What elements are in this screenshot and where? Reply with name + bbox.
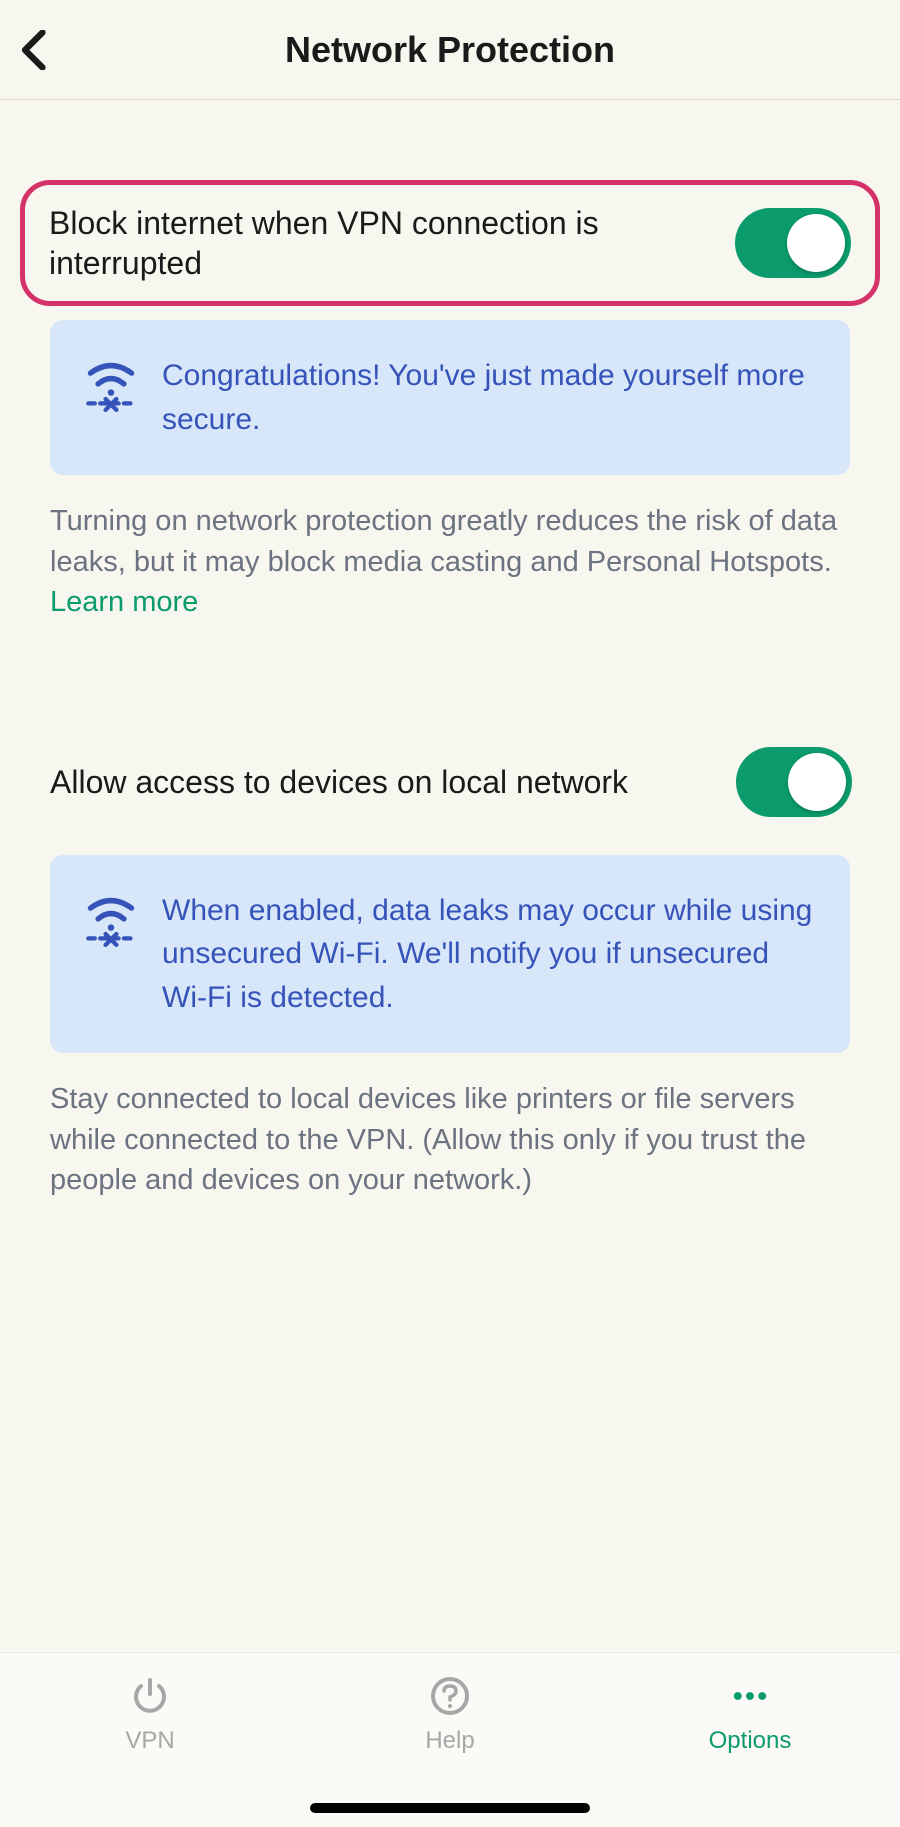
help-icon: [429, 1675, 471, 1717]
setting-block-internet: Block internet when VPN connection is in…: [20, 180, 880, 306]
tab-vpn[interactable]: VPN: [75, 1675, 225, 1755]
wifi-shield-icon: [84, 893, 134, 943]
info-text-local-access: When enabled, data leaks may occur while…: [162, 889, 816, 1020]
home-indicator[interactable]: [310, 1803, 590, 1813]
description-block-internet: Turning on network protection greatly re…: [20, 501, 880, 623]
chevron-left-icon: [20, 30, 50, 70]
setting-local-access: Allow access to devices on local network: [20, 723, 880, 841]
setting-label-block-internet: Block internet when VPN connection is in…: [49, 203, 715, 283]
power-icon: [129, 1675, 171, 1717]
header: Network Protection: [0, 0, 900, 100]
learn-more-link[interactable]: Learn more: [50, 586, 198, 618]
toggle-knob: [788, 753, 846, 811]
info-text-block-internet: Congratulations! You've just made yourse…: [162, 354, 816, 441]
tab-label-options: Options: [709, 1727, 792, 1755]
toggle-local-access[interactable]: [736, 747, 852, 817]
toggle-block-internet[interactable]: [735, 208, 851, 278]
wifi-shield-icon: [84, 358, 134, 408]
info-box-local-access: When enabled, data leaks may occur while…: [50, 855, 850, 1054]
toggle-knob: [787, 214, 845, 272]
info-box-block-internet: Congratulations! You've just made yourse…: [50, 320, 850, 475]
tab-options[interactable]: Options: [675, 1675, 825, 1755]
content: Block internet when VPN connection is in…: [0, 100, 900, 1201]
setting-label-local-access: Allow access to devices on local network: [50, 762, 716, 802]
back-button[interactable]: [10, 25, 60, 75]
tab-label-vpn: VPN: [125, 1727, 174, 1755]
tab-help[interactable]: Help: [375, 1675, 525, 1755]
description-local-access: Stay connected to local devices like pri…: [20, 1079, 880, 1201]
description-text: Turning on network protection greatly re…: [50, 505, 837, 578]
page-title: Network Protection: [285, 29, 615, 71]
dots-icon: [729, 1675, 771, 1717]
tabbar: VPN Help Options: [0, 1652, 900, 1827]
tab-label-help: Help: [425, 1727, 474, 1755]
